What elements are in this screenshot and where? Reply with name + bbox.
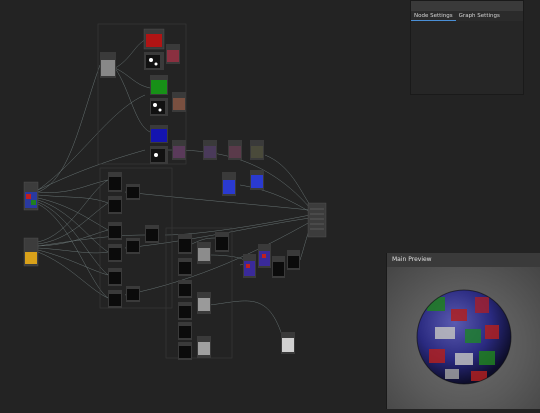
node-white-noise[interactable] — [281, 332, 295, 354]
node-input-basecolor[interactable] — [23, 181, 39, 211]
node-black-column-1[interactable] — [108, 172, 122, 308]
node-mask-3[interactable] — [150, 146, 168, 164]
node-blue[interactable] — [150, 125, 168, 143]
node-mask-1[interactable] — [144, 52, 164, 70]
main-preview-title: Main Preview — [387, 253, 540, 267]
node-gray-noise[interactable] — [100, 52, 116, 78]
settings-panel-body — [411, 21, 523, 94]
main-preview-panel: Main Preview — [386, 253, 540, 409]
node-mask-2[interactable] — [150, 98, 168, 116]
node-blend-chain[interactable] — [172, 140, 264, 160]
node-gray-noise-column[interactable] — [197, 242, 211, 358]
preview-sphere[interactable] — [387, 267, 540, 409]
tab-node-settings[interactable]: Node Settings — [411, 11, 456, 21]
node-input-yellow[interactable] — [23, 237, 39, 267]
node-output[interactable] — [307, 202, 327, 238]
node-black-column-2[interactable] — [126, 184, 159, 302]
settings-panel-header — [411, 1, 523, 11]
graph-nodes[interactable] — [23, 28, 327, 360]
settings-tabs: Node Settings Graph Settings — [411, 11, 523, 21]
node-mixed-cluster[interactable] — [243, 244, 300, 278]
node-blue-pattern-2[interactable] — [250, 170, 264, 190]
node-green[interactable] — [150, 75, 168, 95]
preview-viewport[interactable] — [387, 267, 540, 409]
node-blend-2[interactable] — [172, 92, 186, 112]
node-blue-pattern-1[interactable] — [222, 172, 236, 196]
settings-panel: Node Settings Graph Settings — [410, 0, 524, 95]
tab-graph-settings[interactable]: Graph Settings — [456, 11, 503, 21]
graph-connections — [37, 39, 313, 346]
node-blend-1[interactable] — [166, 44, 180, 64]
node-red[interactable] — [143, 28, 165, 50]
